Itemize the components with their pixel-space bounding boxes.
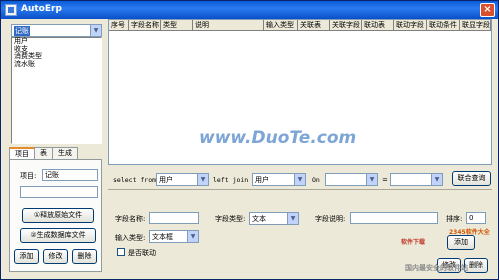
tab-table[interactable]: 表: [34, 147, 53, 159]
field-type-combo[interactable]: 文本 ▼: [249, 212, 299, 225]
project-label: 项目:: [20, 172, 37, 180]
grid-header: 序号 字段名称 类型 说明 输入类型 关联表 关联字段 联动表 联动字段 联动条…: [109, 20, 491, 31]
project-combo[interactable]: 记账 ▼: [11, 24, 102, 37]
app-icon: [5, 4, 17, 16]
equals-label: =: [382, 176, 388, 184]
edit-project-button[interactable]: 修改: [43, 249, 68, 264]
linked-label: 是否联动: [128, 249, 156, 257]
grid-col-header[interactable]: 字段名称: [129, 20, 161, 31]
title-bar[interactable]: AutoErp ×: [1, 1, 498, 19]
grid-col-header[interactable]: 关联表: [298, 20, 330, 31]
center-watermark: www.DuoTe.com: [199, 128, 357, 148]
grid-col-header[interactable]: 序号: [109, 20, 129, 31]
table-list[interactable]: 用户 收支 消费类型 流水账: [11, 37, 102, 144]
grid-col-header[interactable]: 联动表: [362, 20, 394, 31]
site-watermark: 2345软件大全: [449, 229, 490, 236]
left-join-value: 用户: [255, 176, 269, 184]
field-desc-input[interactable]: [350, 212, 438, 224]
site-watermark-sub: 国内最安全的软件站: [405, 264, 468, 272]
grid-col-header[interactable]: 联动条件: [427, 20, 460, 31]
input-type-value: 文本框: [152, 233, 173, 241]
input-type-label: 输入类型:: [115, 234, 146, 242]
select-from-label: select from: [113, 176, 157, 184]
field-type-value: 文本: [252, 215, 266, 223]
left-tab-strip: 项目 表 生成: [9, 147, 78, 160]
close-button[interactable]: ×: [480, 3, 495, 17]
field-name-input[interactable]: [149, 212, 199, 224]
add-project-button[interactable]: 添加: [14, 249, 39, 264]
chevron-down-icon[interactable]: ▼: [197, 174, 208, 185]
on-label: On: [312, 176, 320, 184]
app-window: AutoErp × 记账 ▼ 用户 收支 消费类型 流水账 项目 表 生成 项目…: [0, 0, 499, 280]
grid-col-header[interactable]: 说明: [193, 20, 264, 31]
grid-col-header[interactable]: 联显字段: [460, 20, 491, 31]
grid-col-header[interactable]: 输入类型: [264, 20, 298, 31]
project-tab-panel: 项目: 记账 ①释放原始文件 ②生成数据库文件 添加 修改 删除: [9, 159, 102, 272]
release-source-button[interactable]: ①释放原始文件: [22, 208, 94, 223]
field-desc-label: 字段说明:: [315, 215, 346, 223]
left-join-label: left join: [213, 176, 249, 184]
on-left-combo[interactable]: ▼: [325, 173, 378, 186]
linked-checkbox[interactable]: [117, 248, 125, 256]
grid-col-header[interactable]: 联动字段: [394, 20, 427, 31]
join-query-button[interactable]: 联合查询: [452, 171, 491, 186]
chevron-down-icon[interactable]: ▼: [187, 231, 198, 242]
grid-col-header[interactable]: 关联字段: [330, 20, 362, 31]
select-from-value: 用户: [159, 176, 173, 184]
divider: [108, 189, 492, 190]
delete-project-button[interactable]: 删除: [72, 249, 97, 264]
window-title: AutoErp: [21, 4, 62, 14]
left-join-combo[interactable]: 用户 ▼: [252, 173, 306, 186]
generate-database-button[interactable]: ②生成数据库文件: [20, 228, 96, 243]
on-right-combo[interactable]: ▼: [390, 173, 443, 186]
order-input[interactable]: 0: [466, 212, 486, 224]
field-name-label: 字段名称:: [115, 215, 146, 223]
field-type-label: 字段类型:: [215, 215, 246, 223]
chevron-down-icon[interactable]: ▼: [366, 174, 377, 185]
chevron-down-icon[interactable]: ▼: [431, 174, 442, 185]
order-label: 排序:: [446, 215, 463, 223]
list-item[interactable]: 流水账: [12, 60, 101, 69]
project-combo-value: 记账: [14, 26, 30, 36]
project-extra-field[interactable]: [20, 186, 98, 198]
field-grid[interactable]: 序号 字段名称 类型 说明 输入类型 关联表 关联字段 联动表 联动字段 联动条…: [108, 19, 492, 165]
input-type-combo[interactable]: 文本框 ▼: [149, 230, 199, 243]
add-field-button[interactable]: 添加: [447, 235, 475, 250]
grid-col-header[interactable]: 类型: [161, 20, 193, 31]
chevron-down-icon[interactable]: ▼: [90, 25, 101, 36]
chevron-down-icon[interactable]: ▼: [287, 213, 298, 224]
download-watermark: 软件下载: [401, 239, 426, 246]
chevron-down-icon[interactable]: ▼: [294, 174, 305, 185]
tab-generate[interactable]: 生成: [52, 147, 78, 159]
project-name-field[interactable]: 记账: [42, 169, 98, 181]
select-from-combo[interactable]: 用户 ▼: [156, 173, 209, 186]
